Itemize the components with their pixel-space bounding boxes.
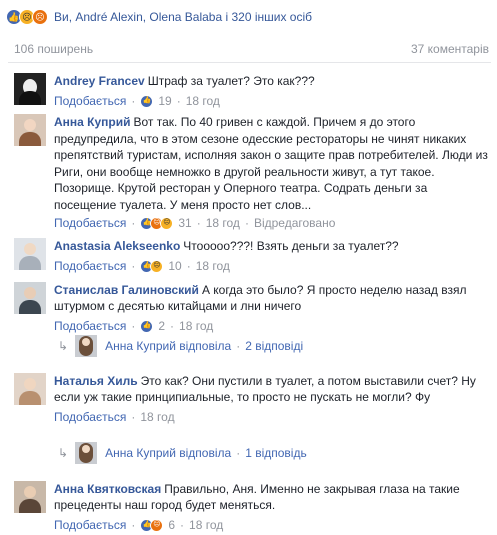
avatar[interactable] xyxy=(14,282,46,314)
reaction-count[interactable]: 31 xyxy=(178,215,191,232)
like-link[interactable]: Подобається xyxy=(54,409,126,425)
comment-text: Чтооооо???! Взять деньги за туалет?? xyxy=(183,239,399,253)
sad-icon: ☹ xyxy=(150,259,164,273)
like-icon: 👍 xyxy=(140,319,154,333)
reply-action: відповіла xyxy=(179,446,232,460)
comment-author[interactable]: Anastasia Alekseenko xyxy=(54,239,180,253)
comment-author[interactable]: Наталья Хиль xyxy=(54,374,138,388)
reaction-count[interactable]: 10 xyxy=(168,258,181,274)
sad-icon: ☹ xyxy=(160,217,174,231)
reaction-count[interactable]: 19 xyxy=(158,93,171,109)
comment-reactions[interactable]: 👍 ☹ xyxy=(140,259,164,273)
comment-time[interactable]: 18 год xyxy=(189,517,223,533)
comment-reactions[interactable]: 👍 ☹ ☹ xyxy=(140,217,174,231)
like-link[interactable]: Подобається xyxy=(54,215,126,232)
like-link[interactable]: Подобається xyxy=(54,93,126,109)
angry-icon: ☹ xyxy=(150,518,164,532)
like-link[interactable]: Подобається xyxy=(54,318,126,334)
angry-icon: ☹ xyxy=(32,9,48,25)
like-link[interactable]: Подобається xyxy=(54,517,126,533)
comment-author[interactable]: Станислав Галиновский xyxy=(54,283,199,297)
reactions-summary[interactable]: 👍 ☹ ☹ Ви, André Alexin, Olena Balaba і 3… xyxy=(6,6,312,28)
edited-label[interactable]: Відредаговано xyxy=(254,215,335,232)
reply-count[interactable]: 2 відповіді xyxy=(245,339,303,353)
post-stats: 106 поширень 37 коментарів xyxy=(14,42,489,56)
comment-author[interactable]: Andrey Francev xyxy=(54,74,145,88)
avatar xyxy=(75,442,98,464)
comment-text: Штраф за туалет? Это как??? xyxy=(147,74,315,88)
reply-arrow-icon: ↳ xyxy=(58,446,69,460)
reaction-count[interactable]: 2 xyxy=(158,318,165,334)
comment-reactions[interactable]: 👍 xyxy=(140,319,154,333)
replies-link[interactable]: ↳ Анна Куприй відповіла · 1 відповідь xyxy=(58,442,307,464)
comment-author[interactable]: Анна Квятковская xyxy=(54,482,161,496)
avatar[interactable] xyxy=(14,114,46,146)
comment-reactions[interactable]: 👍 xyxy=(140,94,154,108)
avatar[interactable] xyxy=(14,373,46,405)
comment-time[interactable]: 18 год xyxy=(206,215,240,232)
comment-text: Вот так. По 40 гривен с каждой. Причем я… xyxy=(54,115,488,212)
reaction-count[interactable]: 6 xyxy=(168,517,175,533)
replies-link[interactable]: ↳ Анна Куприй відповіла · 2 відповіді xyxy=(58,335,303,357)
comment-time[interactable]: 18 год xyxy=(196,258,230,274)
reactors-text[interactable]: Ви, André Alexin, Olena Balaba і 320 інш… xyxy=(54,10,312,24)
avatar[interactable] xyxy=(14,238,46,270)
reply-arrow-icon: ↳ xyxy=(58,339,69,353)
avatar xyxy=(75,335,98,357)
comment-time[interactable]: 18 год xyxy=(186,93,220,109)
reply-count[interactable]: 1 відповідь xyxy=(245,446,307,460)
shares-count[interactable]: 106 поширень xyxy=(14,42,93,56)
reaction-icons: 👍 ☹ ☹ xyxy=(6,9,48,25)
reply-author[interactable]: Анна Куприй xyxy=(105,339,176,353)
comment-time[interactable]: 18 год xyxy=(179,318,213,334)
like-icon: 👍 xyxy=(140,94,154,108)
reply-action: відповіла xyxy=(179,339,232,353)
avatar[interactable] xyxy=(14,73,46,105)
divider xyxy=(8,62,491,63)
comment-reactions[interactable]: 👍 ☹ xyxy=(140,518,164,532)
comment-time[interactable]: 18 год xyxy=(140,409,174,425)
comment-author[interactable]: Анна Куприй xyxy=(54,115,131,129)
comments-count[interactable]: 37 коментарів xyxy=(411,42,489,56)
reply-author[interactable]: Анна Куприй xyxy=(105,446,176,460)
like-link[interactable]: Подобається xyxy=(54,258,126,274)
avatar[interactable] xyxy=(14,481,46,513)
